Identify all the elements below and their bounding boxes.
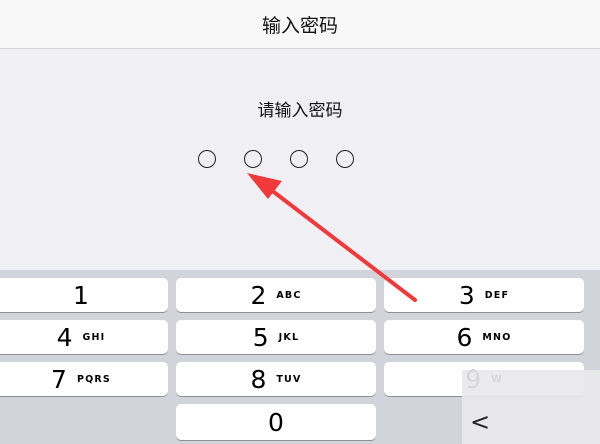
key-2-number: 2 (250, 280, 267, 310)
key-1[interactable]: 1 (0, 278, 168, 312)
key-5[interactable]: 5 JKL (176, 320, 376, 354)
key-3[interactable]: 3 DEF (384, 278, 584, 312)
key-4-number: 4 (56, 322, 73, 352)
key-2-letters: ABC (276, 289, 302, 301)
key-5-letters: JKL (278, 331, 300, 343)
key-5-number: 5 (252, 322, 269, 352)
key-8[interactable]: 8 TUV (176, 362, 376, 396)
key-0-number: 0 (268, 407, 284, 437)
key-7-letters: PQRS (76, 373, 111, 385)
page-title: 输入密码 (261, 14, 338, 37)
pin-dot-4 (336, 150, 354, 168)
delete-key-icon[interactable]: < (470, 408, 490, 436)
pin-dot-2 (244, 150, 262, 168)
annotation-arrow-head (247, 173, 282, 199)
pin-dot-1 (198, 150, 216, 168)
key-3-number: 3 (458, 280, 475, 310)
key-6-letters: MNO (482, 331, 512, 343)
key-6-number: 6 (456, 322, 473, 352)
key-7-number: 7 (51, 364, 67, 394)
key-8-number: 8 (250, 364, 267, 394)
pin-prompt: 请输入密码 (257, 101, 343, 121)
key-7[interactable]: 7 PQRS (0, 362, 168, 396)
key-3-letters: DEF (484, 289, 510, 301)
key-8-letters: TUV (276, 373, 302, 385)
pin-dot-3 (290, 150, 308, 168)
key-4[interactable]: 4 GHI (0, 320, 168, 354)
key-6[interactable]: 6 MNO (384, 320, 584, 354)
key-4-letters: GHI (82, 331, 106, 343)
nav-bar: 输入密码 (0, 0, 600, 49)
key-2[interactable]: 2 ABC (176, 278, 376, 312)
key-1-number: 1 (73, 280, 89, 310)
key-0[interactable]: 0 (176, 404, 376, 440)
